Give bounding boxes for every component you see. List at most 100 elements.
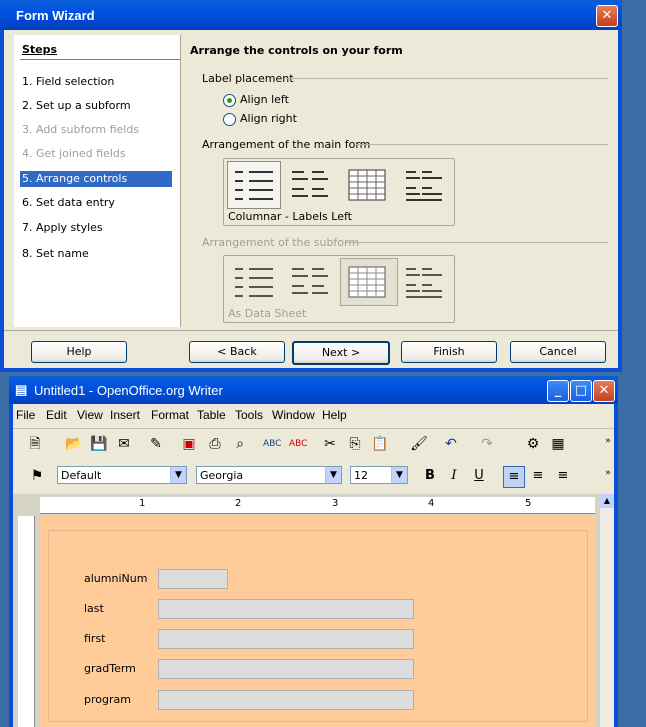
main-form-arrangement-box: Columnar - Labels Left	[223, 158, 455, 226]
menu-window[interactable]: Window	[272, 408, 315, 422]
ruler-number: 5	[525, 498, 532, 509]
align-right-radio[interactable]	[223, 112, 236, 126]
font-name-value: Georgia	[200, 469, 244, 482]
step-get-joined-fields: 4. Get joined fields	[22, 147, 126, 160]
field-label-gradterm[interactable]: gradTerm	[84, 662, 136, 675]
field-input-alumninum[interactable]	[158, 569, 228, 589]
bold-icon[interactable]: B	[420, 466, 440, 486]
main-form-arrangement-title: Arrangement of the main form	[202, 138, 371, 151]
print-icon[interactable]: ⎙	[206, 435, 224, 453]
underline-icon[interactable]: U	[469, 466, 489, 486]
save-icon[interactable]: 💾	[90, 435, 108, 453]
in-blocks-labels-above-icon[interactable]	[404, 167, 446, 205]
cancel-button[interactable]: Cancel	[510, 341, 606, 363]
writer-app-icon: ▤	[15, 382, 28, 397]
menu-file[interactable]: File	[16, 408, 35, 422]
field-label-last[interactable]: last	[84, 602, 104, 615]
step-set-name[interactable]: 8. Set name	[22, 246, 89, 262]
font-size-select[interactable]: 12 ▼	[350, 466, 408, 484]
help-button[interactable]: Help	[31, 341, 127, 363]
horizontal-ruler[interactable]: 1 2 3 4 5	[40, 497, 595, 514]
align-left-option[interactable]: Align left	[223, 93, 289, 107]
next-button[interactable]: Next >	[292, 341, 390, 365]
menu-tools[interactable]: Tools	[235, 408, 263, 422]
table-icon[interactable]: ▦	[549, 435, 567, 453]
chevron-down-icon[interactable]: ▼	[170, 467, 186, 483]
cut-icon[interactable]: ✂	[321, 435, 339, 453]
undo-icon[interactable]: ↶	[442, 435, 460, 453]
finish-button[interactable]: Finish	[401, 341, 497, 363]
step-set-data-entry[interactable]: 6. Set data entry	[22, 195, 115, 211]
minimize-button[interactable]: _	[547, 380, 569, 402]
autospellcheck-icon[interactable]: ABC	[289, 435, 307, 453]
scroll-up-icon[interactable]: ▲	[600, 494, 614, 508]
form-wizard-window: Form Wizard ✕ Steps 1. Field selection 2…	[0, 0, 622, 372]
step-add-subform-fields: 3. Add subform fields	[22, 123, 140, 136]
open-folder-icon[interactable]: 📂	[65, 435, 83, 453]
font-name-select[interactable]: Georgia ▼	[196, 466, 342, 484]
export-pdf-icon[interactable]: ▣	[180, 435, 198, 453]
wizard-close-button[interactable]: ✕	[596, 5, 618, 27]
chevron-down-icon[interactable]: ▼	[325, 467, 341, 483]
main-form-arrangement-caption: Columnar - Labels Left	[228, 210, 352, 223]
step-apply-styles[interactable]: 7. Apply styles	[22, 220, 103, 236]
data-sheet-icon	[348, 266, 386, 298]
paste-icon[interactable]: 📋	[371, 435, 389, 453]
align-right-label[interactable]: Align right	[240, 112, 297, 125]
menu-view[interactable]: View	[77, 408, 103, 422]
step-arrange-controls[interactable]: 5. Arrange controls	[20, 171, 172, 187]
in-blocks-labels-above-icon	[406, 268, 442, 298]
vertical-scrollbar[interactable]: ▲	[600, 494, 614, 727]
writer-close-button[interactable]: ✕	[593, 380, 615, 402]
field-input-last[interactable]	[158, 599, 414, 619]
toolbar-overflow-icon[interactable]: »	[599, 464, 617, 482]
edit-file-icon[interactable]: ✎	[147, 435, 165, 453]
button-row-divider	[4, 330, 618, 331]
email-icon[interactable]: ✉	[115, 435, 133, 453]
writer-title-bar[interactable]: ▤ Untitled1 - OpenOffice.org Writer _ □ …	[9, 376, 618, 404]
vertical-ruler[interactable]	[18, 516, 35, 727]
field-input-first[interactable]	[158, 629, 414, 649]
menu-format[interactable]: Format	[151, 408, 189, 422]
menu-table[interactable]: Table	[197, 408, 226, 422]
align-right-icon[interactable]: ≡	[553, 466, 573, 486]
field-label-program[interactable]: program	[84, 693, 131, 706]
format-paintbrush-icon[interactable]: 🖌	[410, 435, 428, 453]
wizard-title: Form Wizard	[16, 8, 95, 23]
field-label-first[interactable]: first	[84, 632, 106, 645]
step-set-up-subform[interactable]: 2. Set up a subform	[22, 98, 131, 114]
chevron-down-icon[interactable]: ▼	[391, 467, 407, 483]
align-left-icon[interactable]: ≡	[503, 466, 525, 488]
menu-insert[interactable]: Insert	[110, 408, 140, 422]
spellcheck-icon[interactable]: ABC	[263, 435, 281, 453]
field-label-alumninum[interactable]: alumniNum	[84, 572, 147, 585]
menu-edit[interactable]: Edit	[46, 408, 67, 422]
page-preview-icon[interactable]: ⌕	[231, 435, 249, 453]
paragraph-style-select[interactable]: Default ▼	[57, 466, 187, 484]
align-center-icon[interactable]: ≡	[528, 466, 548, 486]
data-sheet-icon[interactable]	[347, 167, 389, 205]
steps-panel: Steps 1. Field selection 2. Set up a sub…	[14, 35, 181, 327]
columnar-labels-top-icon[interactable]	[290, 167, 332, 205]
maximize-button[interactable]: □	[570, 380, 592, 402]
step-field-selection[interactable]: 1. Field selection	[22, 74, 114, 90]
field-input-gradterm[interactable]	[158, 659, 414, 679]
wizard-title-bar[interactable]: Form Wizard ✕	[0, 0, 622, 30]
menu-help[interactable]: Help	[322, 408, 347, 422]
styles-formatting-icon[interactable]: ⚑	[28, 467, 46, 485]
italic-icon[interactable]: I	[444, 466, 464, 486]
copy-icon[interactable]: ⎘	[346, 435, 364, 453]
steps-divider	[20, 59, 180, 60]
navigator-icon[interactable]: ⚙	[524, 435, 542, 453]
align-left-label[interactable]: Align left	[240, 93, 289, 106]
new-document-icon[interactable]: 🗎	[26, 435, 44, 453]
field-input-program[interactable]	[158, 690, 414, 710]
columnar-labels-left-icon[interactable]	[233, 167, 275, 205]
ruler-number: 3	[332, 498, 339, 509]
label-placement-title: Label placement	[202, 72, 294, 85]
back-button[interactable]: < Back	[189, 341, 285, 363]
toolbar-overflow-icon[interactable]: »	[599, 432, 617, 450]
align-right-option[interactable]: Align right	[223, 112, 297, 126]
columnar-labels-top-icon	[292, 268, 328, 294]
align-left-radio[interactable]	[223, 93, 236, 107]
